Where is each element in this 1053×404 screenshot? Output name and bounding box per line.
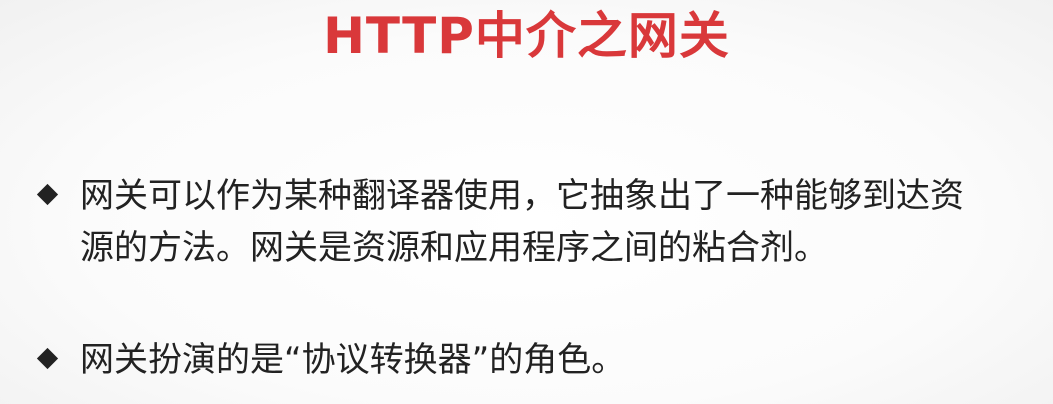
diamond-bullet-icon xyxy=(36,347,59,370)
bullet-item: 网关可以作为某种翻译器使用，它抽象出了一种能够到达资 源的方法。网关是资源和应用… xyxy=(30,170,1040,274)
bullet-item: 网关扮演的是“协议转换器”的角色。 xyxy=(30,334,1040,386)
bullet-list: 网关可以作为某种翻译器使用，它抽象出了一种能够到达资 源的方法。网关是资源和应用… xyxy=(30,170,1040,386)
diamond-bullet-icon xyxy=(36,183,59,206)
slide-title: HTTP中介之网关 xyxy=(323,7,730,65)
bullet-text: 网关扮演的是“协议转换器”的角色。 xyxy=(80,340,626,380)
slide: HTTP中介之网关 网关可以作为某种翻译器使用，它抽象出了一种能够到达资 源的方… xyxy=(0,0,1053,404)
bullet-text: 网关可以作为某种翻译器使用，它抽象出了一种能够到达资 源的方法。网关是资源和应用… xyxy=(80,176,964,268)
